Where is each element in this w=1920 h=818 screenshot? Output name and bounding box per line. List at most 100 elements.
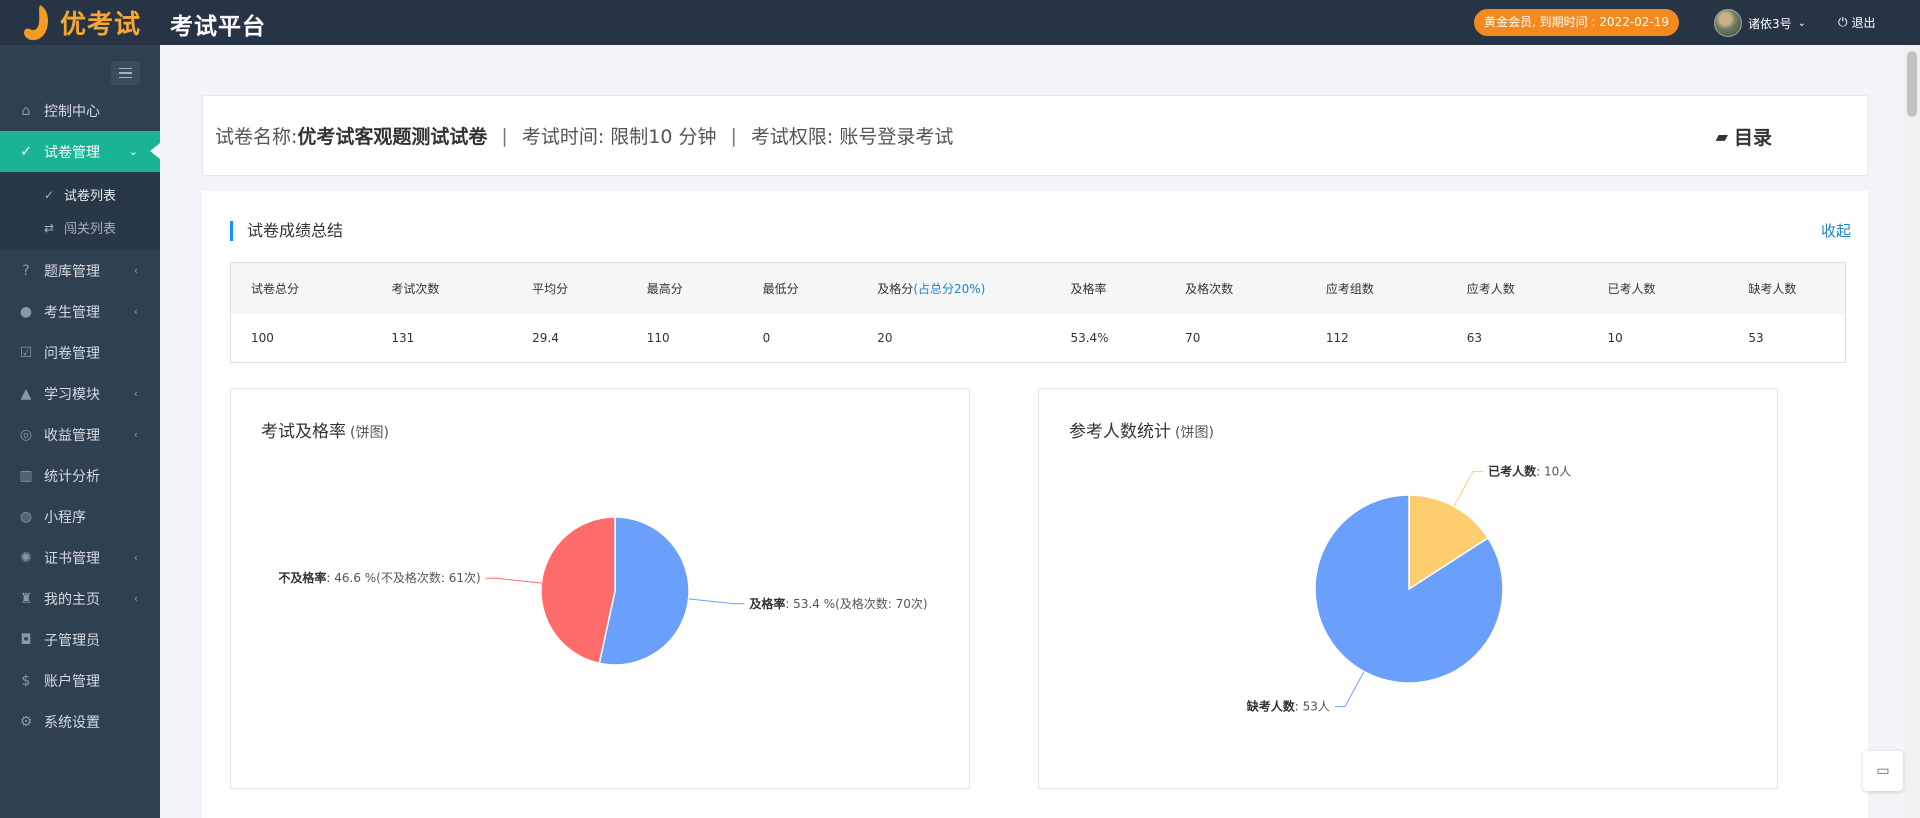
slice-label: 缺考人数: 53人 <box>1247 699 1330 714</box>
leader-line <box>485 577 542 584</box>
chevron-left-icon: ‹ <box>133 305 138 318</box>
column-header: 及格次数 <box>1165 262 1306 314</box>
column-header: 平均分 <box>512 262 627 314</box>
sidebar-item-1[interactable]: ✓ 试卷管理 ⌄ <box>0 131 160 172</box>
submenu-item-1[interactable]: ⇄ 闯关列表 <box>0 211 160 244</box>
sidebar-item-label: 控制中心 <box>44 103 100 120</box>
avatar <box>1714 9 1742 37</box>
sidebar-item-label: 证书管理 <box>44 550 100 567</box>
sidebar-item-13[interactable]: ⚙ 系统设置 <box>0 701 160 742</box>
logout-button[interactable]: ⏻ 退出 <box>1838 14 1876 31</box>
table-cell: 131 <box>391 330 415 345</box>
logo-text: 优考试 <box>60 10 142 40</box>
user-menu[interactable]: 诸依3号 ⌄ <box>1714 8 1806 38</box>
sidebar-menu: ⌂ 控制中心 ✓ 试卷管理 ⌄ ✓ 试卷列表 ⇄ 闯关列表? 题库管理 ‹ ● 考生管理 ‹ ☑ 问卷管理 ▲ 学… <box>0 90 160 742</box>
column-header-label: 应考组数 <box>1325 281 1374 296</box>
leader-line <box>1453 470 1484 507</box>
slice-label: 已考人数: 10人 <box>1488 463 1571 478</box>
check-circle-icon: ✓ <box>20 143 32 160</box>
exam-permission: 考试权限: 账号登录考试 <box>750 126 954 148</box>
home-page-icon: ♜ <box>19 590 33 607</box>
submenu: ✓ 试卷列表 ⇄ 闯关列表 <box>0 172 160 250</box>
collapse-link[interactable]: 收起 <box>1821 220 1851 241</box>
slice-value: : 46.6 %(不及格次数: 61次) <box>326 570 480 585</box>
message-icon: ▭ <box>1876 763 1890 779</box>
sidebar-item-9[interactable]: ✺ 证书管理 ‹ <box>0 537 160 578</box>
submenu-item-label: 试卷列表 <box>64 189 117 204</box>
column-header-label: 及格分 <box>877 281 914 296</box>
sidebar-item-3[interactable]: ● 考生管理 ‹ <box>0 291 160 332</box>
table-cell: 0 <box>762 330 771 345</box>
attendance-pie: 已考人数: 10人缺考人数: 53人 <box>1247 463 1571 714</box>
certificate-icon: ✺ <box>20 549 32 566</box>
sidebar-item-label: 问卷管理 <box>44 345 100 362</box>
chevron-left-icon: ‹ <box>133 592 138 605</box>
column-header: 试卷总分 <box>230 262 372 314</box>
column-header: 缺考人数 <box>1728 262 1846 314</box>
sidebar-item-0[interactable]: ⌂ 控制中心 <box>0 90 160 131</box>
table-header-row: 试卷总分 考试次数 平均分 最高分 最低分 及格分(占总分20%) 及格率 及格次数 应考组数 应… <box>230 262 1846 314</box>
slice-value: : 53人 <box>1295 700 1330 714</box>
exam-info-bar: 试卷名称: 优考试客观题测试试卷 | 考试时间: 限制10 分钟 | 考试权限:… <box>202 95 1868 176</box>
column-header: 最高分 <box>626 262 743 314</box>
column-header-label: 试卷总分 <box>251 281 300 296</box>
table-cell: 29.4 <box>532 330 559 345</box>
panel-title: 试卷成绩总结 <box>230 221 343 241</box>
column-header: 最低分 <box>742 262 858 314</box>
column-header: 应考组数 <box>1305 262 1447 314</box>
sidebar-item-5[interactable]: ▲ 学习模块 ‹ <box>0 373 160 414</box>
username: 诸依3号 <box>1748 16 1792 31</box>
graduation-cap-icon: ▲ <box>20 385 32 402</box>
table-row: 100 131 29.4 110 0 20 53.4% 70 112 63 10 53 <box>231 314 1846 363</box>
sidebar-item-2[interactable]: ? 题库管理 ‹ <box>0 250 160 291</box>
slice-name: 已考人数 <box>1488 463 1537 478</box>
dollar-icon: $ <box>21 672 31 689</box>
sidebar-item-label: 小程序 <box>44 509 86 526</box>
sidebar-item-label: 我的主页 <box>44 591 100 608</box>
sidebar-item-11[interactable]: ◘ 子管理员 <box>0 619 160 660</box>
money-icon: ◎ <box>19 426 33 443</box>
scrollbar-thumb[interactable] <box>1907 51 1917 117</box>
sidebar-item-label: 考生管理 <box>44 304 100 321</box>
leader-line <box>1334 671 1365 708</box>
submenu-item-label: 闯关列表 <box>64 222 117 237</box>
column-header-label: 平均分 <box>532 281 569 296</box>
sidebar: ⌂ 控制中心 ✓ 试卷管理 ⌄ ✓ 试卷列表 ⇄ 闯关列表? 题库管理 ‹ ● 考生管理 ‹ ☑ 问卷管理 ▲ 学… <box>0 45 160 818</box>
pie-slice-1[interactable] <box>540 516 616 665</box>
member-badge[interactable]: 黄金会员, 到期时间 : 2022-02-19 <box>1474 9 1680 36</box>
logo[interactable]: 优考试 <box>0 0 160 45</box>
slice-label: 及格率: 53.4 %(及格次数: 70次) <box>749 596 927 611</box>
sidebar-toggle-button[interactable] <box>111 61 140 85</box>
sidebar-item-7[interactable]: ▥ 统计分析 <box>0 455 160 496</box>
catalog-label: 目录 <box>1733 127 1772 149</box>
sidebar-item-4[interactable]: ☑ 问卷管理 <box>0 332 160 373</box>
sidebar-item-8[interactable]: ◍ 小程序 <box>0 496 160 537</box>
wechat-icon: ◍ <box>19 508 33 525</box>
sidebar-item-label: 学习模块 <box>44 386 100 403</box>
sidebar-item-label: 账户管理 <box>44 673 100 690</box>
exam-name-label: 试卷名称: <box>215 126 298 148</box>
slice-label: 不及格率: 46.6 %(不及格次数: 61次) <box>278 570 480 585</box>
exam-time: 考试时间: 限制10 分钟 <box>521 126 717 148</box>
summary-table: 试卷总分 考试次数 平均分 最高分 最低分 及格分(占总分20%) 及格率 及格次数 应考组数 应… <box>230 262 1846 363</box>
table-cell: 112 <box>1325 330 1349 345</box>
table-cell: 53 <box>1748 330 1764 345</box>
table-cell: 110 <box>646 330 670 345</box>
scrollbar[interactable] <box>1904 45 1920 818</box>
catalog-button[interactable]: ▰ 目录 <box>1716 123 1772 150</box>
pass-rate-chart: 考试及格率 (饼图) 及格率: 53.4 %(及格次数: 70次) 不及格率: 46… <box>230 388 970 789</box>
user-lock-icon: ◘ <box>20 631 32 648</box>
checkbox-icon: ☑ <box>19 344 33 361</box>
check-circle-icon: ✓ <box>44 187 55 202</box>
column-header: 已考人数 <box>1587 262 1729 314</box>
sidebar-item-label: 系统设置 <box>44 714 100 731</box>
submenu-item-0[interactable]: ✓ 试卷列表 <box>0 178 160 211</box>
slice-value: : 53.4 %(及格次数: 70次) <box>785 596 927 611</box>
sidebar-item-6[interactable]: ◎ 收益管理 ‹ <box>0 414 160 455</box>
chevron-left-icon: ‹ <box>133 428 138 441</box>
sidebar-item-10[interactable]: ♜ 我的主页 ‹ <box>0 578 160 619</box>
sidebar-item-label: 收益管理 <box>44 427 100 444</box>
sidebar-item-12[interactable]: $ 账户管理 <box>0 660 160 701</box>
table-cell: 53.4% <box>1070 330 1109 345</box>
feedback-button[interactable]: ▭ <box>1863 751 1903 791</box>
